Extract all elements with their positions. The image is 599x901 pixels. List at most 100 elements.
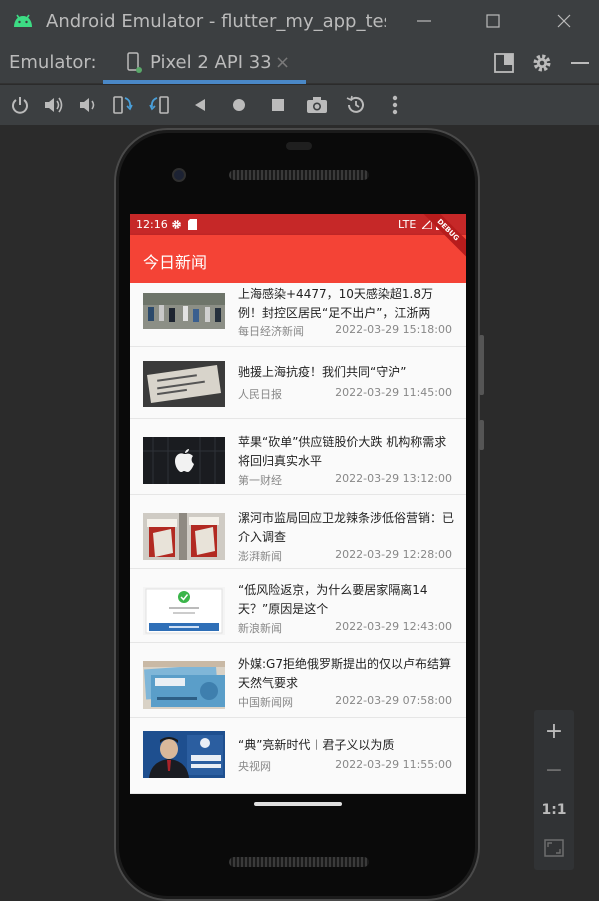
news-time: 2022-03-29 12:28:00	[335, 548, 452, 561]
android-icon	[14, 14, 32, 27]
tab-close-icon[interactable]: ×	[275, 52, 290, 73]
news-item[interactable]: 苹果“砍单”供应链股价大跌 机构称需求将回归真实水平 第一财经 2022-03-…	[130, 420, 466, 495]
news-source: 央视网	[238, 760, 271, 773]
news-source: 中国新闻网	[238, 696, 293, 709]
rotate-left-icon	[113, 96, 133, 114]
news-title: 上海感染+4477，10天感染超1.8万例！封控区居民“足不出户”，江浙两	[238, 287, 433, 320]
system-nav-bar	[130, 794, 466, 814]
overview-icon	[272, 99, 284, 111]
device-earpiece	[229, 170, 369, 180]
overview-button[interactable]	[266, 93, 290, 117]
device-screen: 12:16 LTE 今日新闻 DEBUG 上海感染+4477，10天感染超1.8…	[130, 214, 466, 794]
rotate-right-icon	[149, 96, 169, 114]
device-camera	[172, 168, 186, 182]
app-bar: 今日新闻	[130, 235, 466, 283]
maximize-button[interactable]	[470, 0, 516, 42]
home-button[interactable]	[227, 93, 251, 117]
snapshot-history-icon	[346, 95, 364, 113]
emulator-label: Emulator:	[9, 52, 97, 73]
zoom-one-to-one-button[interactable]: 1:1	[534, 792, 574, 828]
news-title: 漯河市监局回应卫龙辣条涉低俗营销：已介入调查	[238, 511, 455, 544]
zoom-out-button[interactable]: −	[534, 752, 574, 788]
news-time: 2022-03-29 11:45:00	[335, 386, 452, 399]
network-type: LTE	[398, 218, 417, 231]
rotate-left-button[interactable]	[110, 93, 134, 117]
news-title: 驰援上海抗疫！我们共同“守沪”	[238, 365, 407, 379]
news-item[interactable]: 外媒:G7拒绝俄罗斯提出的仅以卢布结算天然气要求 中国新闻网 2022-03-2…	[130, 644, 466, 718]
news-title: “低风险返京，为什么要居家隔离14天？”原因是这个	[238, 583, 428, 616]
emulator-window: Android Emulator - flutter_my_app_test E…	[0, 0, 599, 901]
news-thumbnail	[143, 661, 225, 709]
emulator-toolbar	[0, 85, 599, 125]
close-icon	[557, 14, 571, 28]
news-item[interactable]: 上海感染+4477，10天感染超1.8万例！封控区居民“足不出户”，江浙两 每日…	[130, 283, 466, 347]
minimize-icon	[417, 20, 431, 22]
news-item[interactable]: 驰援上海抗疫！我们共同“守沪” 人民日报 2022-03-29 11:45:00	[130, 348, 466, 419]
emulator-tab-bar: Emulator: Pixel 2 API 33 ×	[0, 42, 599, 84]
news-thumbnail	[143, 293, 225, 329]
news-time: 2022-03-29 11:55:00	[335, 758, 452, 771]
screenshot-button[interactable]	[305, 93, 329, 117]
power-icon	[12, 97, 28, 114]
device-top-grille	[286, 142, 312, 150]
fit-screen-icon	[544, 839, 564, 857]
device-bottom-speaker	[229, 857, 369, 867]
minimize-panel-icon[interactable]	[568, 51, 592, 75]
news-time: 2022-03-29 13:12:00	[335, 472, 452, 485]
news-source: 人民日报	[238, 388, 282, 401]
news-thumbnail	[143, 437, 225, 484]
news-source: 澎湃新闻	[238, 550, 282, 563]
home-icon	[233, 99, 245, 111]
news-title: 外媒:G7拒绝俄罗斯提出的仅以卢布结算天然气要求	[238, 657, 451, 690]
back-button[interactable]	[188, 93, 212, 117]
news-item[interactable]: 漯河市监局回应卫龙辣条涉低俗营销：已介入调查 澎湃新闻 2022-03-29 1…	[130, 496, 466, 569]
news-source: 新浪新闻	[238, 622, 282, 635]
volume-down-icon	[80, 98, 95, 112]
news-time: 2022-03-29 15:18:00	[335, 323, 452, 336]
news-source: 每日经济新闻	[238, 325, 304, 338]
news-item[interactable]: “典”亮新时代︱君子义以为质 央视网 2022-03-29 11:55:00	[130, 719, 466, 794]
news-time: 2022-03-29 12:43:00	[335, 620, 452, 633]
maximize-icon	[486, 14, 500, 28]
status-time: 12:16	[136, 218, 168, 231]
volume-up-icon	[45, 97, 63, 113]
news-time: 2022-03-29 07:58:00	[335, 694, 452, 707]
rotate-right-button[interactable]	[148, 93, 172, 117]
close-window-button[interactable]	[541, 0, 587, 42]
app-title: 今日新闻	[143, 253, 208, 272]
news-source: 第一财经	[238, 474, 282, 487]
status-bar: 12:16 LTE	[130, 214, 466, 235]
power-button[interactable]	[8, 93, 32, 117]
news-title: “典”亮新时代︱君子义以为质	[238, 738, 395, 752]
title-bar: Android Emulator - flutter_my_app_test	[0, 0, 599, 42]
home-gesture-pill[interactable]	[254, 802, 342, 806]
sd-card-icon	[188, 219, 197, 230]
tab-device-label: Pixel 2 API 33	[150, 52, 272, 73]
zoom-fit-button[interactable]	[534, 830, 574, 866]
device-power-key[interactable]	[479, 420, 484, 450]
zoom-panel: + − 1:1	[534, 710, 574, 870]
settings-status-icon	[172, 220, 181, 229]
window-title: Android Emulator - flutter_my_app_test	[46, 10, 386, 32]
camera-icon	[307, 97, 327, 113]
news-thumbnail	[143, 361, 225, 407]
news-thumbnail	[143, 731, 225, 778]
volume-up-button[interactable]	[42, 93, 66, 117]
more-vertical-icon	[392, 95, 398, 115]
minimize-button[interactable]	[401, 0, 447, 42]
zoom-in-button[interactable]: +	[534, 713, 574, 749]
more-options-button[interactable]	[383, 93, 407, 117]
news-thumbnail	[143, 587, 225, 635]
tab-device[interactable]: Pixel 2 API 33 ×	[103, 42, 306, 84]
device-volume-key[interactable]	[479, 335, 484, 395]
volume-down-button[interactable]	[76, 93, 100, 117]
back-icon	[195, 99, 205, 111]
snapshot-button[interactable]	[344, 93, 368, 117]
active-tab-indicator	[103, 80, 306, 84]
news-title: 苹果“砍单”供应链股价大跌 机构称需求将回归真实水平	[238, 435, 447, 468]
news-thumbnail	[143, 513, 225, 560]
dock-layout-icon[interactable]	[492, 51, 516, 75]
phone-device-icon	[127, 52, 142, 73]
settings-gear-icon[interactable]	[530, 51, 554, 75]
news-item[interactable]: “低风险返京，为什么要居家隔离14天？”原因是这个 新浪新闻 2022-03-2…	[130, 570, 466, 643]
